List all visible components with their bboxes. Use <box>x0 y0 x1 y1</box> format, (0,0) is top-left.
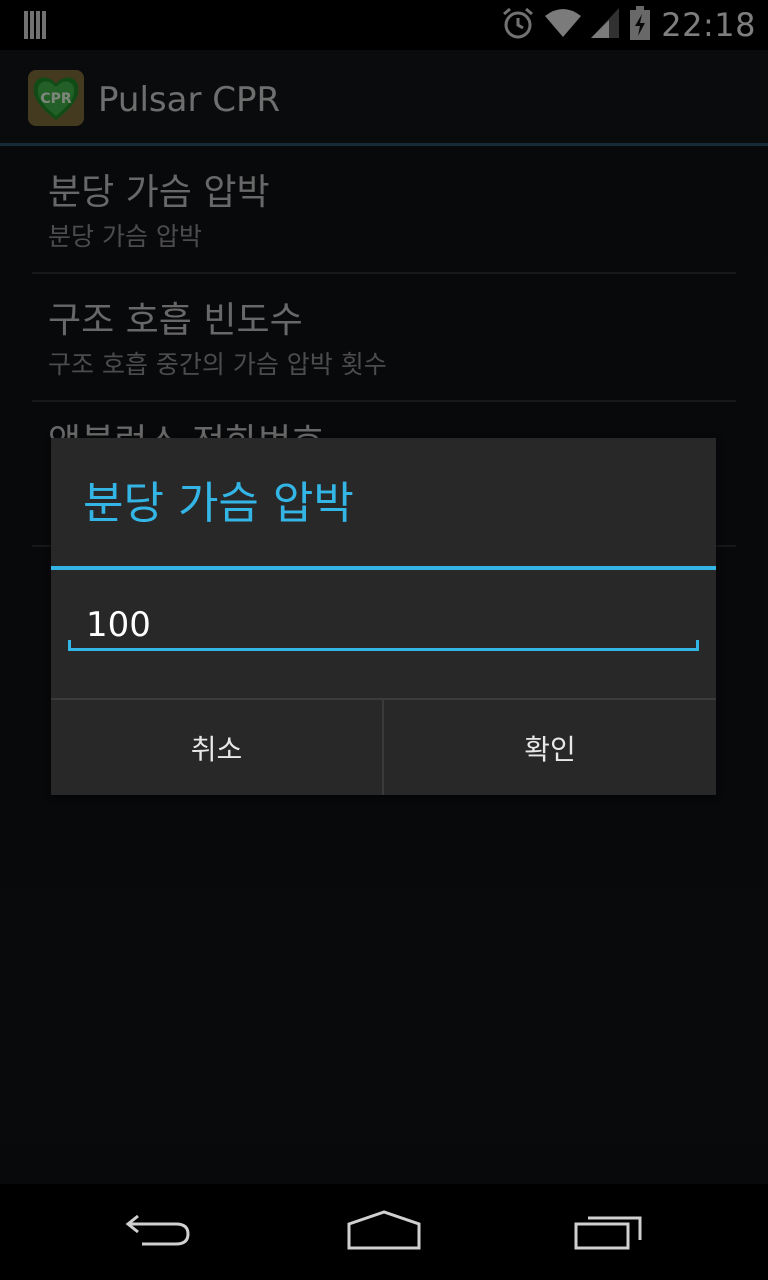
dialog-title: 분당 가슴 압박 <box>83 478 354 529</box>
home-button[interactable] <box>309 1184 459 1280</box>
recent-apps-button[interactable] <box>535 1184 685 1280</box>
home-icon <box>347 1210 421 1254</box>
navigation-bar <box>0 1184 768 1280</box>
edit-text-dialog: 분당 가슴 압박 취소 확인 <box>51 438 716 795</box>
compressions-input[interactable] <box>68 596 699 654</box>
input-underline-tick <box>696 640 699 650</box>
screen: 22:18 CPR Pulsar CPR 분당 가슴 압박 분당 가슴 압박 구… <box>0 0 768 1280</box>
recent-apps-icon <box>574 1210 646 1254</box>
back-button[interactable] <box>84 1184 234 1280</box>
input-underline <box>68 648 699 651</box>
input-underline-tick <box>68 640 71 650</box>
ok-button[interactable]: 확인 <box>384 700 716 795</box>
back-icon <box>124 1210 194 1254</box>
dialog-title-divider <box>51 566 716 570</box>
cancel-button[interactable]: 취소 <box>51 700 382 795</box>
